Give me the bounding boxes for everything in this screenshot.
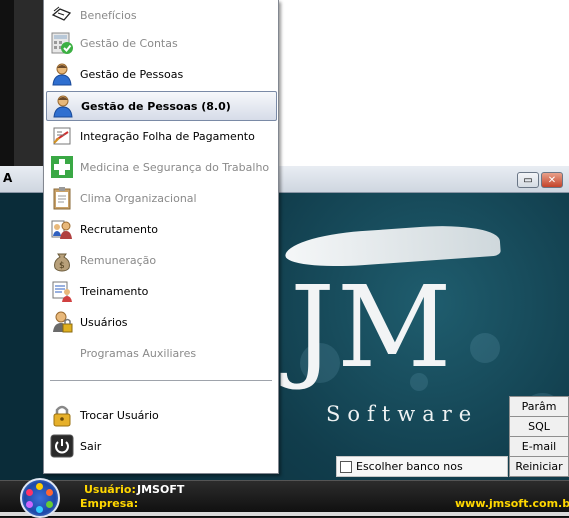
- menu-item-usuarios[interactable]: Usuários: [46, 308, 276, 336]
- app-logo-icon[interactable]: [20, 478, 60, 518]
- menu-item-trocar-usuario[interactable]: Trocar Usuário: [46, 401, 276, 429]
- person-icon: [50, 62, 74, 86]
- menu-item-gestao-pessoas[interactable]: Gestão de Pessoas: [46, 60, 276, 88]
- menu-item-remuneracao[interactable]: $ Remuneração: [46, 246, 276, 274]
- close-button[interactable]: ✕: [541, 172, 563, 188]
- menu-item-clima[interactable]: Clima Organizacional: [46, 184, 276, 212]
- menu-item-programas-auxiliares[interactable]: Programas Auxiliares: [46, 339, 276, 367]
- accounts-icon: [50, 31, 74, 55]
- menu-item-label: Medicina e Segurança do Trabalho: [80, 160, 270, 174]
- menu-item-treinamento[interactable]: Treinamento: [46, 277, 276, 305]
- menu-separator: [50, 380, 272, 381]
- menu-item-integracao-folha[interactable]: Integração Folha de Pagamento: [46, 122, 276, 150]
- user-value: JMSOFT: [137, 483, 185, 496]
- medical-cross-icon: [50, 155, 74, 179]
- left-border: [0, 0, 14, 170]
- modules-menu: Benefícios Gestão de Contas Gestão de Pe…: [43, 0, 279, 474]
- restart-button[interactable]: Reiniciar: [509, 456, 569, 477]
- menu-item-label: Recrutamento: [80, 222, 159, 236]
- menu-item-label: Treinamento: [80, 284, 149, 298]
- param-button[interactable]: Parâm: [509, 396, 569, 417]
- close-icon: ✕: [547, 174, 557, 186]
- menu-item-label: Gestão de Pessoas: [80, 67, 184, 81]
- website-link[interactable]: www.jmsoft.com.br: [455, 497, 569, 510]
- desktop-area: [278, 0, 569, 166]
- menu-item-label: Benefícios: [80, 8, 137, 22]
- company-label: Empresa:: [80, 497, 139, 510]
- recruit-icon: [50, 217, 74, 241]
- menu-item-label: Usuários: [80, 315, 128, 329]
- menu-item-label: Gestão de Contas: [80, 36, 178, 50]
- menu-item-label: Remuneração: [80, 253, 157, 267]
- menu-item-label: Trocar Usuário: [80, 408, 159, 422]
- power-icon: [50, 434, 74, 458]
- person-icon: [51, 94, 75, 118]
- menu-item-gestao-pessoas-8[interactable]: Gestão de Pessoas (8.0): [46, 91, 277, 121]
- minimize-button[interactable]: ▭: [517, 172, 539, 188]
- menu-item-label: Gestão de Pessoas (8.0): [81, 99, 231, 113]
- user-label: Usuário:: [84, 483, 136, 496]
- blank-icon: [50, 341, 74, 365]
- padlock-icon: [50, 403, 74, 427]
- email-button[interactable]: E-mail: [509, 436, 569, 457]
- svg-text:$: $: [59, 261, 65, 271]
- payroll-icon: [50, 124, 74, 148]
- clipboard-icon: [50, 186, 74, 210]
- training-icon: [50, 279, 74, 303]
- menu-item-gestao-contas[interactable]: Gestão de Contas: [46, 29, 276, 57]
- logo-mark: JM: [290, 263, 454, 393]
- menu-item-beneficios[interactable]: Benefícios: [46, 1, 276, 29]
- menu-item-recrutamento[interactable]: Recrutamento: [46, 215, 276, 243]
- user-lock-icon: [50, 310, 74, 334]
- money-bag-icon: $: [50, 248, 74, 272]
- menu-item-label: Clima Organizacional: [80, 191, 197, 205]
- choose-db-checkbox[interactable]: [340, 461, 352, 473]
- menu-item-medicina[interactable]: Medicina e Segurança do Trabalho: [46, 153, 276, 181]
- window-title: A: [3, 171, 13, 185]
- menu-item-label: Programas Auxiliares: [80, 346, 197, 360]
- sql-button[interactable]: SQL: [509, 416, 569, 437]
- menu-item-sair[interactable]: Sair: [46, 432, 276, 460]
- choose-db-option[interactable]: Escolher banco nos módulos?: [336, 456, 508, 492]
- status-bottom-edge: [0, 512, 569, 516]
- menu-item-label: Integração Folha de Pagamento: [80, 129, 255, 143]
- benefits-icon: [50, 3, 74, 27]
- logo-wordmark: Software: [326, 402, 479, 426]
- menu-item-label: Sair: [80, 439, 102, 453]
- minimize-icon: ▭: [523, 174, 533, 186]
